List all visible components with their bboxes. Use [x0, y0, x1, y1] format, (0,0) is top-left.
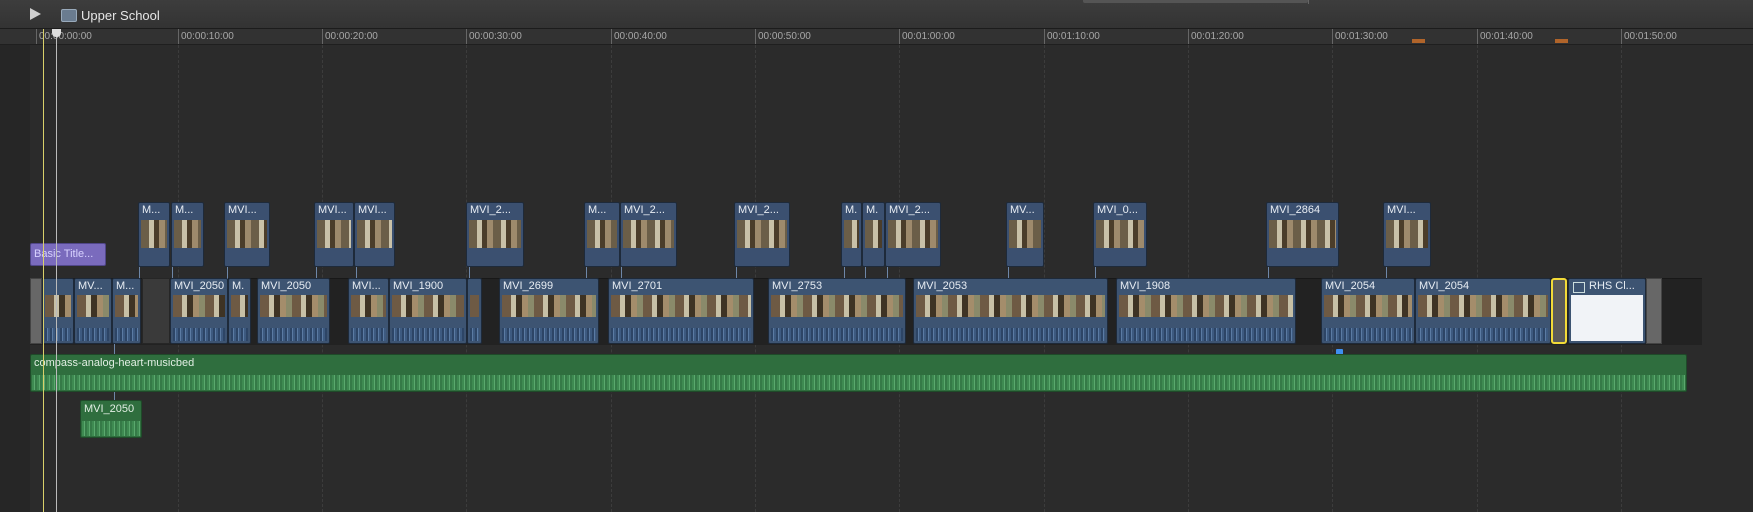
chapter-marker[interactable]: [1555, 39, 1568, 43]
music-audio-clip[interactable]: compass-analog-heart-musicbed: [30, 354, 1687, 392]
connection-line: [469, 265, 470, 279]
connection-line: [139, 265, 140, 279]
divider: [1308, 0, 1309, 4]
clip-edge: [30, 278, 42, 344]
primary-clip[interactable]: MVI_2054: [1321, 278, 1415, 344]
timecode-ruler[interactable]: 00:00:00:00 00:00:10:00 00:00:20:00 00:0…: [0, 29, 1753, 45]
connected-clip[interactable]: MVI...: [314, 202, 354, 267]
ruler-tick: 00:00:00:00: [36, 29, 92, 44]
primary-clip[interactable]: MVI...: [348, 278, 389, 344]
connected-clip[interactable]: M...: [138, 202, 170, 267]
connection-line: [316, 265, 317, 279]
connected-clip[interactable]: MV...: [1006, 202, 1044, 267]
gap-clip[interactable]: [142, 278, 170, 344]
still-image-icon: [1573, 282, 1585, 293]
connected-clip[interactable]: MVI_2...: [734, 202, 790, 267]
timeline-gutter: [0, 45, 30, 512]
connection-line: [1008, 265, 1009, 279]
title-clip[interactable]: Basic Title...: [30, 243, 106, 266]
connected-clip[interactable]: MVI_2...: [885, 202, 941, 267]
connected-clip[interactable]: MVI...: [1383, 202, 1431, 267]
connection-line: [172, 265, 173, 279]
scroll-indicator[interactable]: [1083, 0, 1308, 3]
primary-clip[interactable]: MVI_1908: [1116, 278, 1296, 344]
primary-clip[interactable]: MVI_2699: [499, 278, 599, 344]
chapter-marker[interactable]: [1412, 39, 1425, 43]
connected-clip[interactable]: MVI_0...: [1093, 202, 1147, 267]
connection-line: [621, 265, 622, 279]
connected-clip[interactable]: MVI_2...: [466, 202, 524, 267]
audio-clip[interactable]: MVI_2050: [80, 400, 142, 438]
primary-clip[interactable]: M...: [112, 278, 141, 344]
end-clip[interactable]: RHS Cl...: [1568, 278, 1646, 344]
connection-line: [887, 265, 888, 279]
ruler-tick: 00:00:10:00: [178, 29, 234, 44]
primary-clip[interactable]: MVI_1900: [389, 278, 467, 344]
primary-clip[interactable]: MVI_2050: [170, 278, 228, 344]
selected-transition[interactable]: [1551, 278, 1567, 344]
primary-clip[interactable]: MVI_2753: [768, 278, 906, 344]
ruler-tick: 00:01:00:00: [899, 29, 955, 44]
clip-edge: [1646, 278, 1662, 344]
connected-clip[interactable]: M.: [841, 202, 862, 267]
ruler-tick: 00:01:30:00: [1332, 29, 1388, 44]
connected-clip[interactable]: MVI_2864: [1266, 202, 1339, 267]
connected-clip[interactable]: M...: [584, 202, 620, 267]
ruler-tick: 00:00:40:00: [611, 29, 667, 44]
connection-line: [844, 265, 845, 279]
clapper-icon: [61, 9, 77, 22]
connected-clip[interactable]: M.: [862, 202, 885, 267]
connection-line: [227, 265, 228, 279]
connected-clip[interactable]: MVI...: [224, 202, 270, 267]
ruler-tick: 00:01:50:00: [1621, 29, 1677, 44]
connection-line: [356, 265, 357, 279]
connection-line: [1268, 265, 1269, 279]
primary-clip[interactable]: MV...: [74, 278, 112, 344]
ruler-tick: 00:01:10:00: [1044, 29, 1100, 44]
ruler-tick: 00:01:20:00: [1188, 29, 1244, 44]
primary-clip[interactable]: MVI_2054: [1415, 278, 1551, 344]
ruler-tick: 00:01:40:00: [1477, 29, 1533, 44]
connection-line: [1095, 265, 1096, 279]
project-title: Upper School: [81, 8, 160, 23]
ruler-tick: 00:00:20:00: [322, 29, 378, 44]
play-icon[interactable]: [30, 8, 41, 20]
playhead[interactable]: [56, 29, 57, 512]
connected-clip[interactable]: MVI_2...: [620, 202, 677, 267]
skimmer[interactable]: [43, 29, 44, 512]
connection-line: [865, 265, 866, 279]
primary-clip[interactable]: MVI_2701: [608, 278, 754, 344]
primary-clip[interactable]: M.: [228, 278, 251, 344]
ruler-tick: 00:00:30:00: [466, 29, 522, 44]
connection-line: [736, 265, 737, 279]
ruler-tick: 00:00:50:00: [755, 29, 811, 44]
connected-clip[interactable]: MVI...: [354, 202, 395, 267]
primary-clip[interactable]: MVI_2050: [257, 278, 330, 344]
connection-line: [586, 265, 587, 279]
primary-clip[interactable]: [42, 278, 74, 344]
playhead-handle[interactable]: [52, 29, 61, 37]
timeline-toolbar: Upper School: [0, 0, 1753, 29]
primary-clip[interactable]: MVI_2053: [913, 278, 1108, 344]
connection-line: [1386, 265, 1387, 279]
connected-clip[interactable]: M...: [171, 202, 204, 267]
primary-clip[interactable]: [467, 278, 482, 344]
